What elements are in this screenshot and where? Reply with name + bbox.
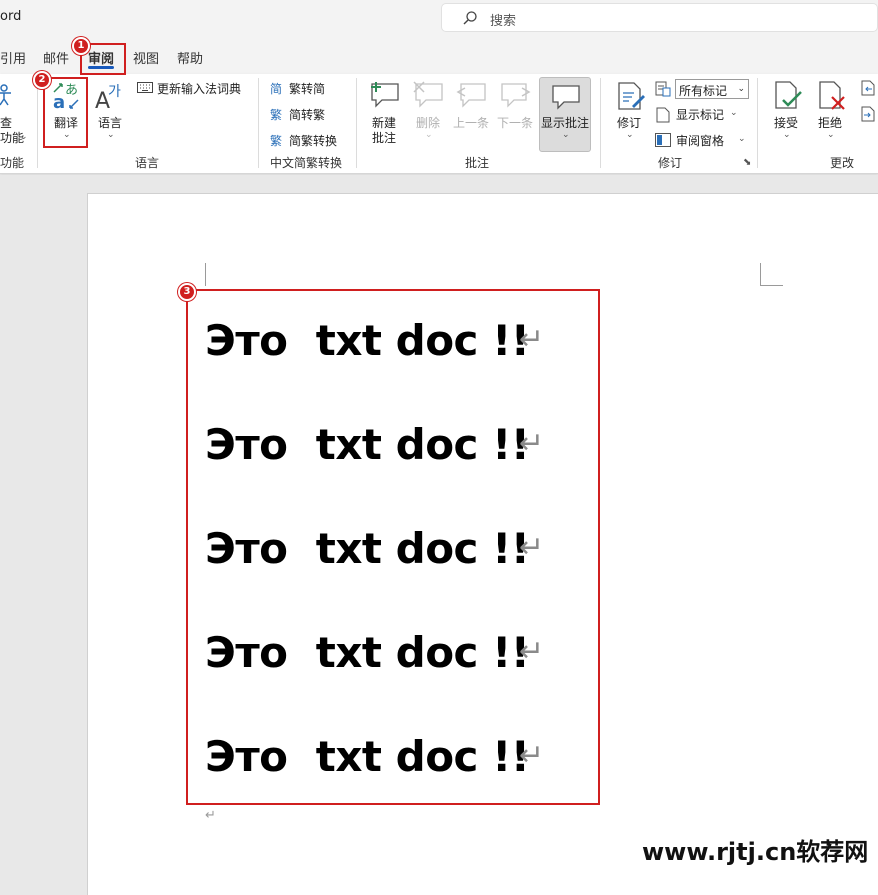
previous-comment-icon xyxy=(456,83,486,108)
language-icon: A 가 xyxy=(95,84,121,112)
search-placeholder: 搜索 xyxy=(490,14,517,29)
accessibility-icon xyxy=(0,84,11,106)
group-label-language: 语言 xyxy=(135,156,160,170)
tab-help[interactable]: 帮助 xyxy=(177,48,203,67)
group-separator xyxy=(37,78,38,168)
chevron-down-icon: ⌄ xyxy=(737,84,745,94)
next-comment-icon xyxy=(501,83,531,108)
chevron-down-icon: ⌄ xyxy=(738,134,746,144)
new-comment-icon xyxy=(371,82,399,108)
ribbon: 查 功能 ⌄ 功能 a あ 翻译 ⌄ A 가 语言 ⌄ 更新输入法词典 语言 简… xyxy=(0,74,878,174)
highlight-box-document-text xyxy=(186,289,600,805)
chevron-down-icon: ⌄ xyxy=(20,132,28,142)
title-bar: ord 搜索 xyxy=(0,0,878,38)
group-label-accessibility: 功能 xyxy=(0,156,25,170)
simp-to-trad-button[interactable]: 简转繁 xyxy=(289,106,325,123)
previous-comment-button[interactable]: 上一条 xyxy=(453,114,489,131)
chevron-down-icon: ⌄ xyxy=(827,130,835,140)
group-label-tracking: 修订 xyxy=(658,156,683,170)
chevron-down-icon: ⌄ xyxy=(783,130,791,140)
margin-corner-top-left xyxy=(205,263,206,286)
conversion-button[interactable]: 简繁转换 xyxy=(289,132,337,149)
traditional-to-simplified-icon: 简 xyxy=(270,82,282,96)
markup-display-icon xyxy=(655,81,671,97)
step-badge-1: 1 xyxy=(72,37,90,55)
group-label-chinese-conversion: 中文简繁转换 xyxy=(270,156,343,170)
delete-comment-icon xyxy=(413,81,443,108)
chevron-down-icon: ⌄ xyxy=(425,130,433,140)
margin-corner-top-right xyxy=(760,285,783,286)
markup-combo-value: 所有标记 xyxy=(679,84,728,98)
step-badge-2: 2 xyxy=(33,71,51,89)
track-changes-button[interactable]: 修订 xyxy=(617,114,641,131)
search-icon xyxy=(463,11,477,25)
delete-comment-button[interactable]: 删除 xyxy=(416,114,440,131)
highlight-box-translate xyxy=(43,77,88,148)
next-comment-button[interactable]: 下一条 xyxy=(497,114,533,131)
chevron-down-icon: ⌄ xyxy=(626,130,634,140)
dialog-launcher-icon[interactable]: ⬊ xyxy=(743,157,751,168)
review-pane-button[interactable]: 审阅窗格 xyxy=(676,132,724,149)
show-comments-label: 显示批注 xyxy=(541,116,590,130)
svg-text:가: 가 xyxy=(108,84,121,100)
chevron-down-icon: ⌄ xyxy=(562,130,570,140)
step-badge-3: 3 xyxy=(178,283,196,301)
reject-button[interactable]: 拒绝 xyxy=(818,114,842,131)
update-ime-dictionary-button[interactable]: 更新输入法词典 xyxy=(157,80,241,97)
show-markup-button[interactable]: 显示标记 xyxy=(676,106,724,123)
review-pane-icon xyxy=(655,133,671,147)
language-button[interactable]: 语言 xyxy=(98,114,122,131)
group-label-comments: 批注 xyxy=(465,156,490,170)
search-box[interactable]: 搜索 xyxy=(441,3,878,32)
simplified-to-traditional-icon: 繁 xyxy=(270,107,282,122)
chevron-down-icon: ⌄ xyxy=(730,108,738,118)
paragraph-mark: ↵ xyxy=(205,808,216,823)
show-comments-icon xyxy=(552,85,580,110)
app-title: ord xyxy=(0,9,22,24)
group-separator xyxy=(757,78,758,168)
trad-to-simp-button[interactable]: 繁转简 xyxy=(289,80,325,97)
conversion-icon: 繁 xyxy=(270,133,282,148)
keyboard-icon xyxy=(137,82,153,93)
show-comments-button[interactable]: 显示批注 ⌄ xyxy=(539,77,591,152)
watermark: www.rjtj.cn软荐网 xyxy=(642,838,869,866)
tab-view[interactable]: 视图 xyxy=(133,48,159,67)
reject-icon xyxy=(819,81,845,110)
show-markup-icon xyxy=(656,107,670,123)
svg-text:繁: 繁 xyxy=(270,133,282,148)
next-change-icon[interactable] xyxy=(860,106,876,122)
group-separator xyxy=(258,78,259,168)
margin-corner-top-right xyxy=(760,263,761,286)
markup-combo[interactable]: 所有标记 ⌄ xyxy=(675,79,749,99)
svg-text:简: 简 xyxy=(270,82,282,96)
accept-button[interactable]: 接受 xyxy=(774,114,798,131)
group-separator xyxy=(600,78,601,168)
ribbon-tabs: 引用 邮件 审阅 视图 帮助 xyxy=(0,38,878,74)
new-comment-line2[interactable]: 批注 xyxy=(372,129,396,146)
tab-references[interactable]: 引用 xyxy=(0,48,26,67)
group-separator xyxy=(356,78,357,168)
track-changes-icon xyxy=(618,82,645,110)
previous-change-icon[interactable] xyxy=(860,80,876,96)
chevron-down-icon: ⌄ xyxy=(107,130,115,140)
accept-icon xyxy=(775,81,802,109)
tab-mailings[interactable]: 邮件 xyxy=(43,48,69,67)
svg-text:繁: 繁 xyxy=(270,107,282,122)
group-label-changes: 更改 xyxy=(830,156,855,170)
